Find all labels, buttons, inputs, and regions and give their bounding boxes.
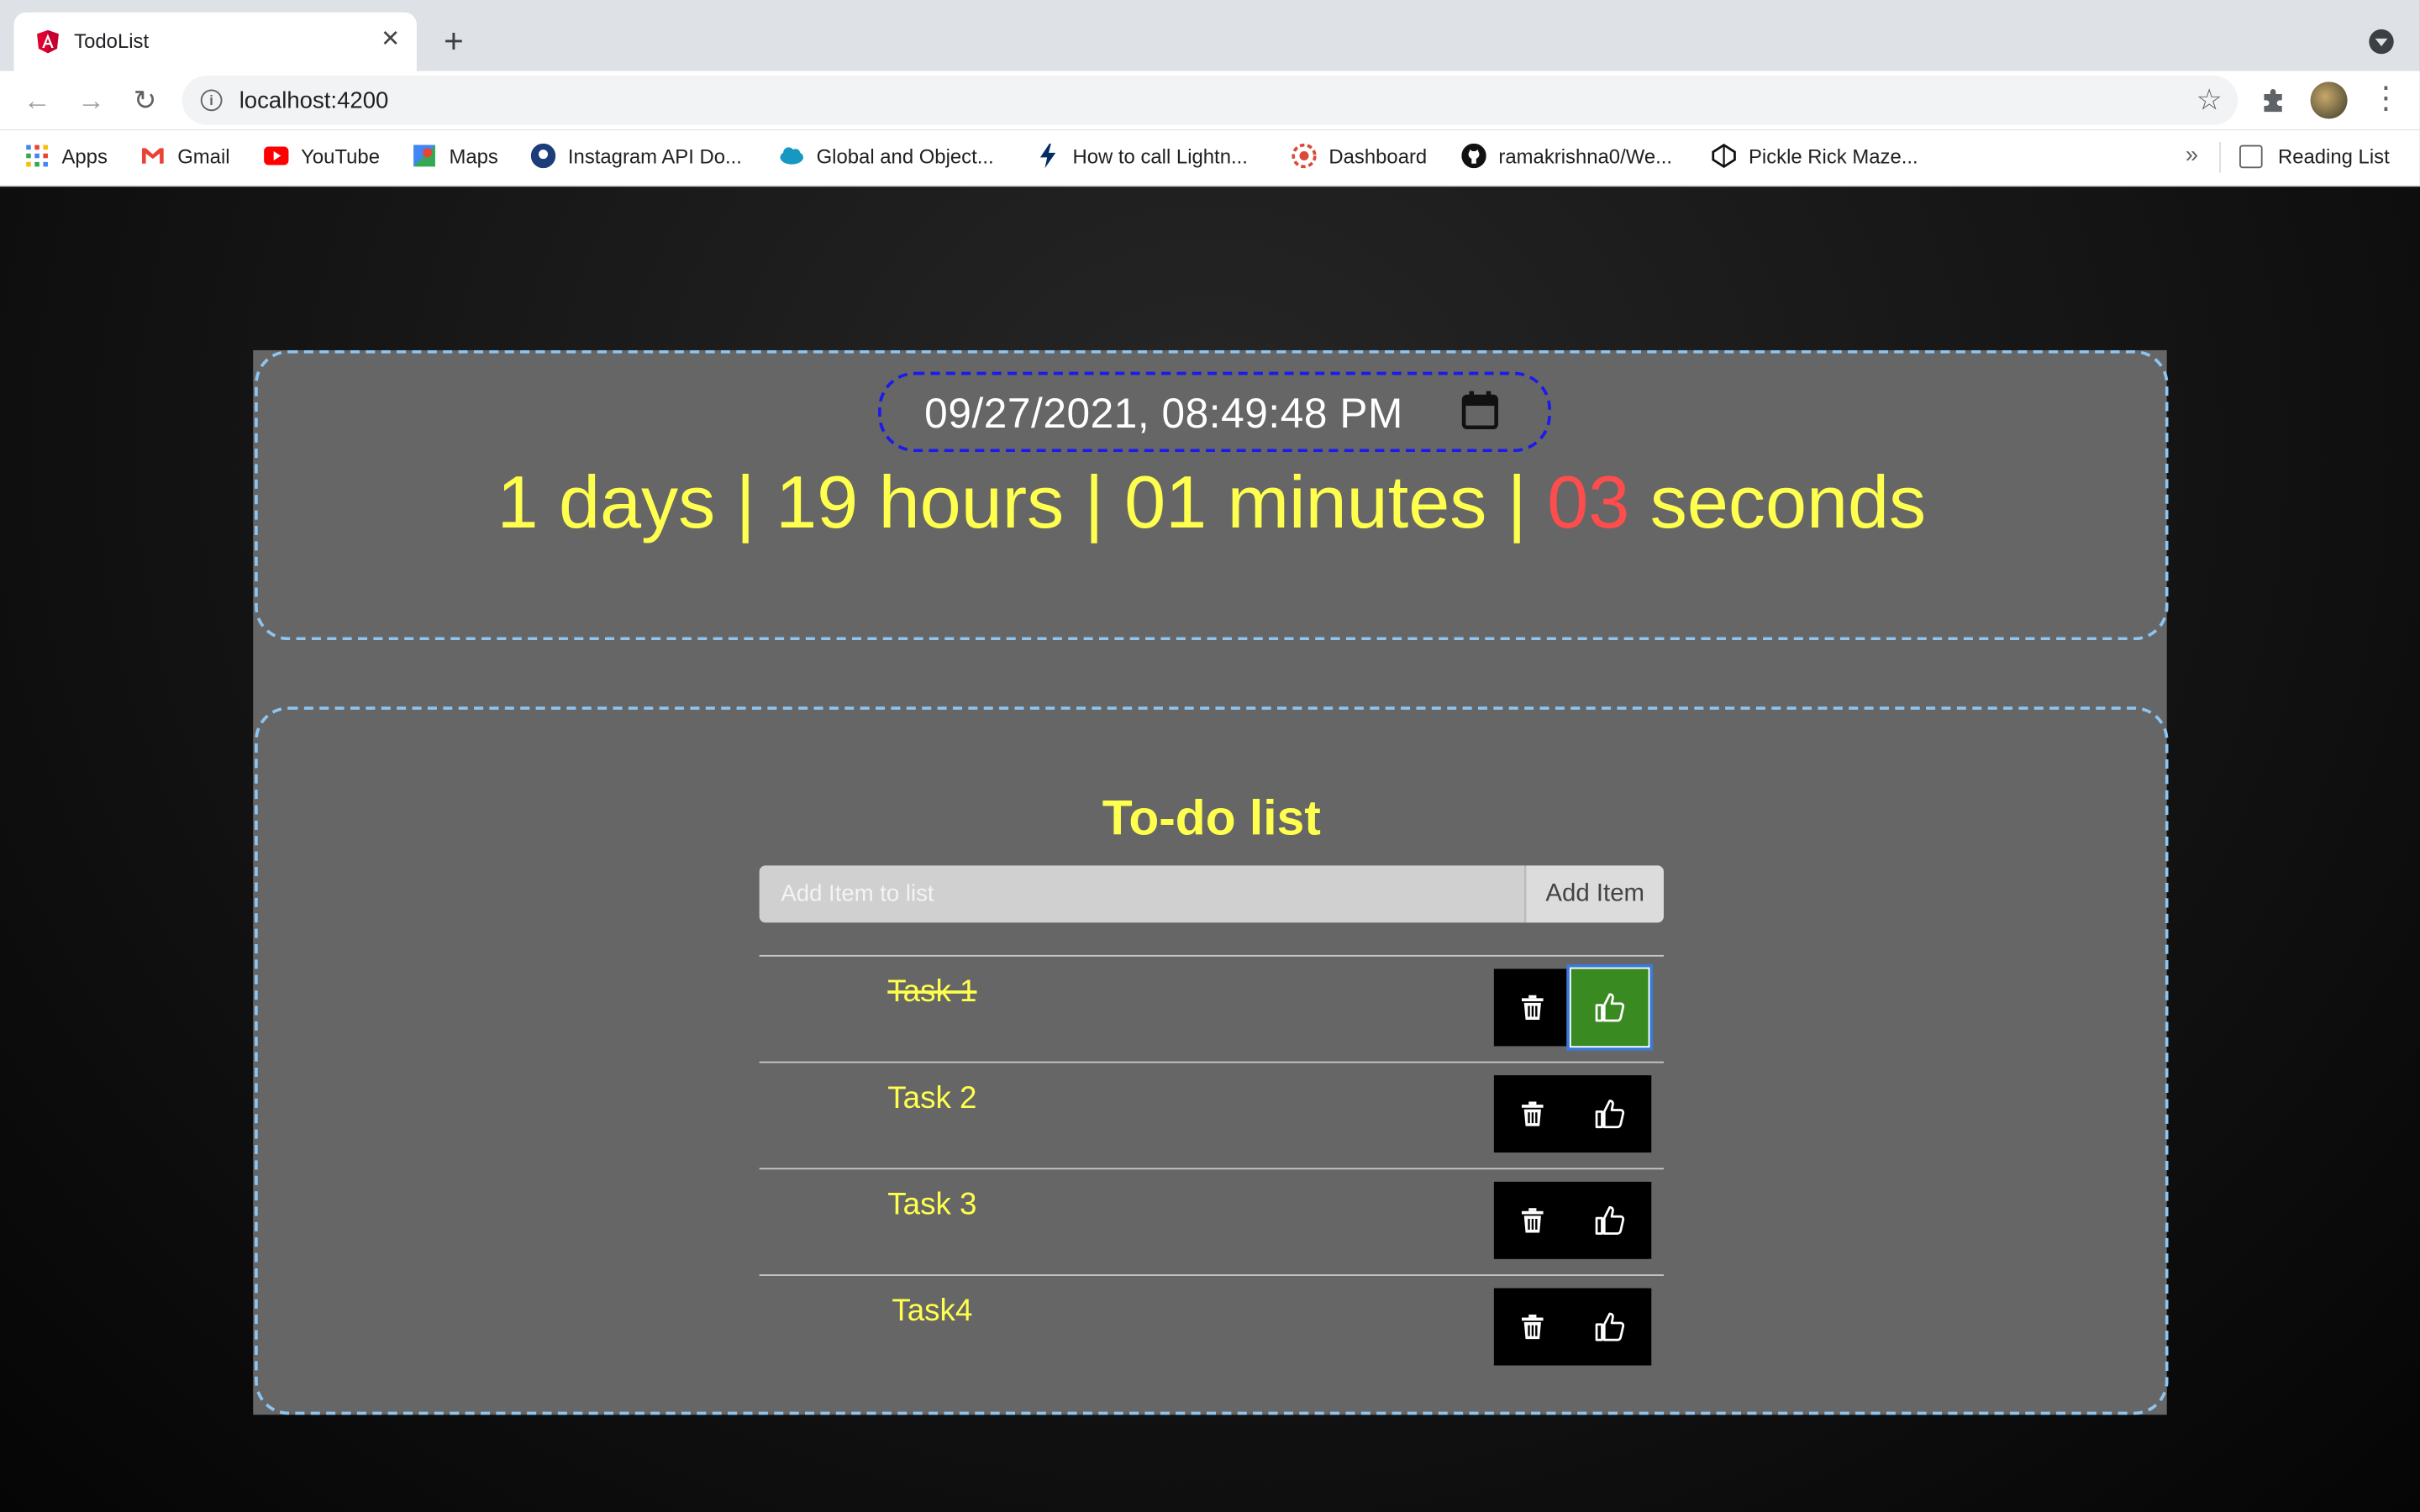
add-item-input[interactable] <box>759 865 1525 923</box>
bookmark-pickle-rick[interactable]: Pickle Rick Maze... <box>1712 144 1918 171</box>
bookmark-label: Global and Object... <box>816 144 994 169</box>
bookmark-star-icon[interactable]: ☆ <box>2196 83 2223 118</box>
task-actions <box>1493 1075 1652 1153</box>
task-row: Task 3 <box>759 1168 1664 1274</box>
reading-list-button[interactable]: Reading List <box>2239 144 2390 171</box>
task-list: Task 1 Task 2 Task 3 Task4 <box>759 954 1664 1381</box>
bookmark-label: YouTube <box>301 144 381 169</box>
bookmark-gmail[interactable]: Gmail <box>140 144 230 171</box>
bookmark-dashboard[interactable]: Dashboard <box>1292 143 1428 171</box>
bookmark-label: Dashboard <box>1328 144 1428 169</box>
more-bookmarks-button[interactable]: » <box>2186 142 2198 168</box>
info-icon[interactable]: i <box>200 89 223 112</box>
thumbs-up-icon <box>1595 993 1625 1022</box>
dashboard-gear-icon <box>1292 143 1317 169</box>
youtube-icon <box>264 146 289 165</box>
countdown-days: 1 days | <box>497 463 776 545</box>
delete-task-button[interactable] <box>1493 1181 1571 1259</box>
apps-grid-icon <box>26 144 48 167</box>
task-label: Task 3 <box>887 1188 977 1222</box>
maps-pin-icon <box>413 144 435 167</box>
task-label: Task 2 <box>887 1081 977 1116</box>
reading-list-label: Reading List <box>2277 144 2390 169</box>
countdown-minutes: 01 minutes | <box>1124 463 1548 545</box>
todo-card: To-do list Add Item Task 1 <box>255 706 2169 1415</box>
bookmark-label: Apps <box>61 144 108 169</box>
task-label: Task4 <box>892 1294 973 1329</box>
bookmarks-divider <box>2219 141 2222 173</box>
complete-task-button[interactable] <box>1569 967 1650 1048</box>
thumbs-up-icon <box>1595 1205 1625 1235</box>
gmail-icon <box>141 148 164 164</box>
main-panel: 09/27/2021, 08:49:48 PM 1 days | 19 hour… <box>253 349 2169 1415</box>
delete-task-button[interactable] <box>1493 969 1571 1047</box>
reload-icon[interactable]: ↻ <box>128 83 161 117</box>
complete-task-button[interactable] <box>1570 1288 1649 1366</box>
trash-icon <box>1521 1208 1544 1233</box>
task-actions <box>1493 1288 1652 1366</box>
page-background: 09/27/2021, 08:49:48 PM 1 days | 19 hour… <box>0 186 2420 1512</box>
task-label: Task 1 <box>887 974 977 1010</box>
tab-search-icon[interactable] <box>2369 29 2394 55</box>
todo-title: To-do list <box>1102 790 1321 846</box>
delete-task-button[interactable] <box>1493 1288 1571 1366</box>
task-row: Task4 <box>759 1274 1664 1381</box>
countdown-card: 09/27/2021, 08:49:48 PM 1 days | 19 hour… <box>255 349 2169 641</box>
trash-icon <box>1521 995 1544 1021</box>
add-item-button[interactable]: Add Item <box>1524 865 1664 923</box>
instagram-api-icon <box>530 143 556 169</box>
trash-icon <box>1521 1314 1544 1340</box>
task-row: Task 1 <box>759 954 1664 1062</box>
task-actions <box>1493 1181 1652 1259</box>
reading-list-icon <box>2239 144 2263 169</box>
complete-task-button[interactable] <box>1570 1075 1649 1153</box>
codepen-cube-icon <box>1712 144 1736 169</box>
countdown-hours: 19 hours | <box>776 463 1125 545</box>
bookmark-global-object[interactable]: Global and Object... <box>780 144 994 171</box>
bookmark-label: Pickle Rick Maze... <box>1748 144 1918 169</box>
trash-icon <box>1521 1101 1544 1126</box>
new-tab-button[interactable]: + <box>437 24 471 58</box>
browser-toolbar: ← → ↻ i localhost:4200 ☆ ⋮ <box>0 71 2420 130</box>
bookmarks-bar: Apps Gmail YouTube Maps Instagram API Do… <box>0 129 2420 187</box>
salesforce-cloud-icon <box>780 147 804 165</box>
close-tab-icon[interactable]: ✕ <box>375 24 406 55</box>
thumbs-up-icon <box>1595 1100 1625 1129</box>
delete-task-button[interactable] <box>1493 1075 1571 1153</box>
task-actions <box>1493 967 1652 1048</box>
bookmark-label: How to call Lightn... <box>1072 144 1248 169</box>
task-row: Task 2 <box>759 1061 1664 1168</box>
bookmark-apps[interactable]: Apps <box>24 144 108 171</box>
bookmark-lightning[interactable]: How to call Lightn... <box>1035 143 1248 171</box>
bookmark-label: ramakrishna0/We... <box>1498 144 1673 169</box>
datetime-picker[interactable]: 09/27/2021, 08:49:48 PM <box>878 371 1551 453</box>
datetime-value: 09/27/2021, 08:49:48 PM <box>924 390 1403 437</box>
bookmark-github[interactable]: ramakrishna0/We... <box>1461 143 1673 171</box>
url-text: localhost:4200 <box>239 87 389 114</box>
address-bar[interactable]: i localhost:4200 ☆ <box>182 75 2238 125</box>
thumbs-up-icon <box>1595 1312 1625 1341</box>
countdown-seconds-label: seconds <box>1629 463 1927 545</box>
bookmark-youtube[interactable]: YouTube <box>264 144 380 171</box>
profile-avatar[interactable] <box>2310 81 2348 119</box>
tab-title: TodoList <box>74 29 150 53</box>
extensions-puzzle-icon[interactable] <box>2260 85 2291 116</box>
github-icon <box>1461 143 1486 169</box>
lightning-bolt-icon <box>1039 143 1056 169</box>
complete-task-button[interactable] <box>1570 1181 1649 1259</box>
calendar-icon[interactable] <box>1461 391 1498 431</box>
back-arrow-icon[interactable]: ← <box>20 83 54 117</box>
bookmark-label: Instagram API Do... <box>567 144 742 169</box>
browser-tab[interactable]: TodoList ✕ <box>13 12 417 71</box>
bookmark-instagram-api[interactable]: Instagram API Do... <box>530 143 742 171</box>
bookmark-label: Maps <box>449 144 498 169</box>
kebab-menu-icon[interactable]: ⋮ <box>2370 83 2402 117</box>
tab-strip: TodoList ✕ + <box>0 0 2420 71</box>
angular-icon <box>37 29 59 54</box>
forward-arrow-icon[interactable]: → <box>74 83 108 117</box>
countdown-text: 1 days | 19 hours | 01 minutes | 03 seco… <box>258 461 2165 546</box>
bookmark-label: Gmail <box>177 144 230 169</box>
bookmark-maps[interactable]: Maps <box>412 144 498 171</box>
countdown-seconds-value: 03 <box>1547 463 1630 545</box>
